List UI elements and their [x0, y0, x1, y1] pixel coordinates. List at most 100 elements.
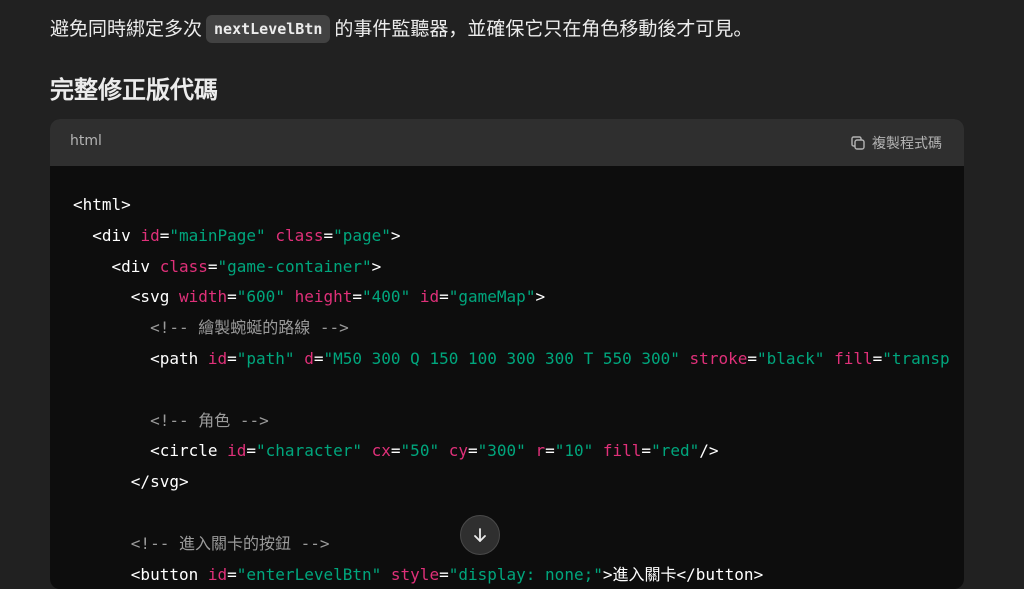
- code-token: "display: none;": [448, 564, 603, 584]
- code-token: id: [207, 348, 228, 368]
- code-token: fill: [602, 441, 642, 461]
- code-token: =: [227, 287, 237, 307]
- code-token: id: [227, 441, 247, 461]
- code-token: id: [207, 564, 228, 584]
- code-token: =: [207, 256, 218, 276]
- code-token: "mainPage": [169, 225, 266, 245]
- scroll-to-bottom-button[interactable]: [460, 515, 500, 555]
- code-token: <div: [92, 225, 141, 245]
- code-token: "gameMap": [448, 287, 536, 307]
- code-token: =: [323, 225, 334, 245]
- code-token: id: [419, 287, 440, 307]
- code-token: "10": [554, 441, 594, 461]
- code-token: r: [535, 441, 546, 461]
- code-token: <html>: [73, 195, 131, 214]
- code-token: "game-container": [217, 256, 372, 276]
- code-line: <!-- 角色 -->: [73, 406, 964, 437]
- code-token: </button>: [676, 564, 764, 584]
- code-token: =: [872, 348, 883, 368]
- code-token: =: [641, 441, 652, 461]
- code-token: </svg>: [130, 472, 189, 492]
- code-token: "red": [651, 441, 700, 461]
- code-token: >: [371, 256, 382, 276]
- code-line: <circle id="character" cx="50" cy="300" …: [73, 436, 964, 467]
- code-token: =: [159, 225, 170, 245]
- code-line: <html>: [73, 190, 964, 221]
- code-token: height: [294, 287, 353, 307]
- code-token: "M50 300 Q 150 100 300 300 T 550 300": [323, 348, 680, 368]
- code-line: <button id="enterLevelBtn" style="displa…: [73, 560, 964, 589]
- code-language-label: html: [70, 133, 102, 149]
- code-token: =: [439, 564, 449, 584]
- copy-code-label: 複製程式碼: [872, 136, 942, 152]
- code-token: id: [140, 225, 160, 245]
- code-token: =: [467, 441, 478, 461]
- code-token: <div: [111, 256, 160, 276]
- code-token: class: [159, 256, 208, 276]
- code-token: fill: [834, 348, 873, 368]
- section-heading: 完整修正版代碼: [50, 76, 218, 104]
- code-line: </svg>: [73, 467, 964, 498]
- code-token: =: [246, 441, 257, 461]
- code-line: <path id="path" d="M50 300 Q 150 100 300…: [73, 344, 964, 375]
- copy-icon: [850, 135, 866, 151]
- intro-text-after: 的事件監聽器，並確保它只在角色移動後才可見。: [334, 18, 753, 40]
- code-token: cx: [371, 441, 391, 461]
- code-token: class: [275, 225, 324, 245]
- code-token: >: [535, 287, 546, 307]
- code-token: <circle: [150, 441, 228, 461]
- code-token: "600": [236, 287, 285, 307]
- code-token: 進入關卡: [612, 564, 677, 584]
- code-token: =: [352, 287, 363, 307]
- code-token: <!-- 繪製蜿蜒的路線 -->: [150, 318, 349, 338]
- code-token: >: [390, 225, 401, 245]
- code-token: <!-- 進入關卡的按鈕 -->: [130, 533, 330, 553]
- code-token: style: [390, 564, 440, 584]
- code-token: "50": [400, 441, 440, 461]
- code-token: "enterLevelBtn": [236, 564, 382, 584]
- code-token: width: [178, 287, 228, 307]
- intro-paragraph: 避免同時綁定多次 nextLevelBtn 的事件監聽器，並確保它只在角色移動後才可…: [50, 12, 980, 46]
- code-token: =: [545, 441, 555, 461]
- code-token: =: [439, 287, 449, 307]
- code-token: "path": [236, 348, 295, 368]
- code-token: "page": [333, 225, 391, 245]
- code-token: "transp: [882, 348, 950, 368]
- code-token: =: [227, 348, 237, 368]
- copy-code-button[interactable]: 複製程式碼: [850, 132, 942, 154]
- code-block: html 複製程式碼 <html> <div id="mainPage" cla…: [50, 119, 964, 589]
- code-token: "300": [477, 441, 526, 461]
- code-line: <div id="mainPage" class="page">: [73, 221, 964, 252]
- code-token: <button: [130, 564, 208, 584]
- code-token: "black": [756, 348, 825, 368]
- arrow-down-icon: [471, 526, 489, 544]
- code-token: />: [699, 441, 719, 461]
- code-token: <path: [150, 348, 208, 368]
- code-block-header: html 複製程式碼: [50, 119, 964, 166]
- code-token: "400": [362, 287, 411, 307]
- code-line: <div class="game-container">: [73, 252, 964, 283]
- code-line: <!-- 進入關卡的按鈕 -->: [73, 529, 964, 560]
- code-token: <!-- 角色 -->: [150, 410, 269, 430]
- code-token: "character": [256, 441, 362, 461]
- code-token: =: [390, 441, 401, 461]
- inline-code: nextLevelBtn: [206, 15, 331, 43]
